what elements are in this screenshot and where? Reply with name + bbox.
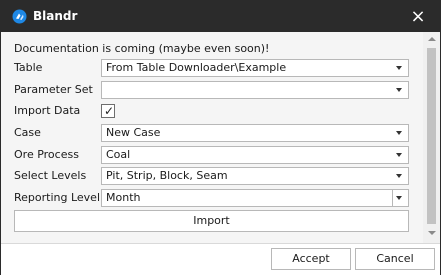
cancel-button[interactable]: Cancel [355, 248, 435, 270]
import-data-label: Import Data [14, 104, 81, 117]
title-bar: Blandr × [1, 1, 440, 32]
reporting-level-input[interactable]: Month [102, 190, 393, 206]
dialog-window: Blandr × Documentation is coming (maybe … [0, 0, 441, 275]
select-levels-dropdown[interactable]: Pit, Strip, Block, Seam [101, 167, 409, 185]
scrollbar-thumb[interactable] [427, 48, 436, 224]
import-data-checkbox[interactable]: ✓ [101, 104, 115, 118]
chevron-down-icon [396, 196, 402, 200]
window-title: Blandr [33, 9, 78, 23]
documentation-note: Documentation is coming (maybe even soon… [14, 42, 270, 55]
form-panel: Documentation is coming (maybe even soon… [1, 32, 440, 243]
chevron-down-icon [396, 131, 402, 135]
select-levels-value: Pit, Strip, Block, Seam [106, 169, 228, 182]
table-dropdown[interactable]: From Table Downloader\Example [101, 59, 409, 77]
ore-process-dropdown[interactable]: Coal [101, 146, 409, 164]
ore-process-label: Ore Process [14, 148, 79, 161]
parameter-set-label: Parameter Set [14, 83, 93, 96]
close-icon: × [410, 6, 426, 27]
reporting-level-value: Month [106, 191, 141, 204]
chevron-down-icon [396, 66, 402, 70]
reporting-level-label: Reporting Level [14, 191, 101, 204]
accept-button[interactable]: Accept [271, 248, 351, 270]
reporting-level-dropdown[interactable]: Month [101, 189, 409, 207]
chevron-down-icon [396, 153, 402, 157]
chevron-down-icon [396, 174, 402, 178]
table-label: Table [14, 61, 43, 74]
ore-process-value: Coal [106, 148, 131, 161]
case-label: Case [14, 126, 41, 139]
parameter-set-dropdown[interactable] [101, 81, 409, 99]
close-button[interactable]: × [405, 5, 431, 28]
scroll-down-arrow-icon[interactable] [423, 227, 440, 241]
chevron-down-icon [396, 88, 402, 92]
case-dropdown[interactable]: New Case [101, 124, 409, 142]
select-levels-label: Select Levels [14, 169, 87, 182]
case-value: New Case [106, 126, 161, 139]
scroll-up-arrow-icon[interactable] [423, 32, 440, 46]
table-value: From Table Downloader\Example [106, 61, 287, 74]
vertical-scrollbar[interactable] [423, 32, 440, 243]
dialog-footer: Accept Cancel [1, 243, 440, 275]
import-button[interactable]: Import [14, 210, 409, 232]
blandr-app-icon [12, 9, 27, 24]
checkmark-icon: ✓ [103, 104, 115, 118]
